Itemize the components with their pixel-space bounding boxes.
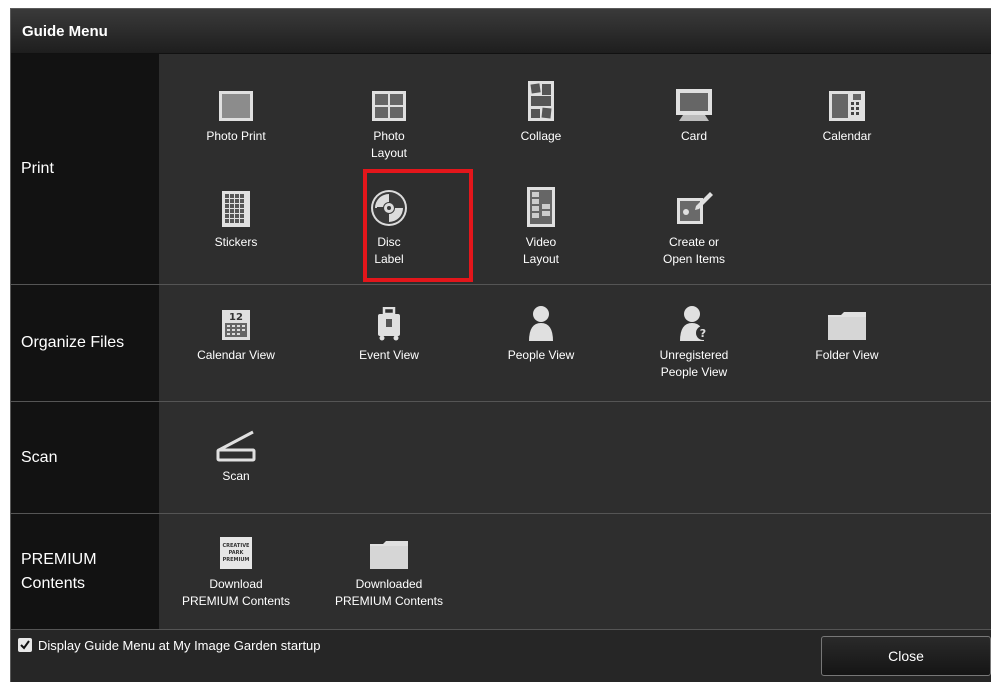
collage-button[interactable]: Collage	[476, 80, 606, 145]
people-view-button[interactable]: People View	[476, 299, 606, 364]
section-body-print: Photo Print Photo Layout Collage Card Ca…	[159, 54, 991, 284]
stickers-icon	[222, 191, 250, 227]
svg-text:PARK: PARK	[229, 550, 245, 556]
video-layout-button[interactable]: Video Layout	[476, 186, 606, 268]
video-layout-icon	[527, 187, 555, 227]
svg-text:CREATIVE: CREATIVE	[223, 543, 251, 549]
section-label-scan: Scan	[11, 402, 159, 513]
photo-layout-icon	[372, 91, 406, 121]
card-button[interactable]: Card	[629, 80, 759, 145]
section-label-organize-files: Organize Files	[11, 285, 159, 401]
footer-bar: Display Guide Menu at My Image Garden st…	[11, 630, 991, 682]
card-icon	[676, 89, 712, 121]
calendar-view-button[interactable]: 12 Calendar View	[171, 299, 301, 364]
scan-icon	[216, 430, 256, 462]
photo-print-button[interactable]: Photo Print	[171, 80, 301, 145]
guide-menu-window: Guide Menu Print Photo Print Photo Layou…	[10, 8, 991, 682]
create-open-items-button[interactable]: Create or Open Items	[629, 186, 759, 268]
section-scan: Scan Scan	[11, 402, 991, 514]
folder-view-icon	[828, 312, 866, 340]
startup-checkbox-label: Display Guide Menu at My Image Garden st…	[38, 637, 321, 653]
section-body-organize-files: 12 Calendar View Event View People View …	[159, 285, 991, 401]
collage-icon	[528, 81, 554, 121]
title-bar: Guide Menu	[11, 9, 991, 54]
download-premium-icon: CREATIVEPARKPREMIUM	[220, 537, 252, 569]
section-print: Print Photo Print Photo Layout Collage C…	[11, 54, 991, 285]
startup-checkbox[interactable]	[18, 638, 32, 652]
section-premium-contents: PREMIUM Contents CREATIVE PARK PREMIUM Dow…	[11, 514, 991, 630]
close-button[interactable]: Close	[821, 636, 991, 676]
calendar-view-icon: 12	[222, 310, 250, 340]
scan-button[interactable]: Scan	[171, 420, 301, 485]
section-label-print: Print	[11, 54, 159, 284]
startup-checkbox-row[interactable]: Display Guide Menu at My Image Garden st…	[11, 638, 321, 653]
downloaded-premium-icon	[370, 541, 408, 569]
checkmark-icon	[20, 640, 30, 650]
people-view-icon	[529, 306, 553, 341]
unregistered-people-view-icon: ?	[680, 306, 710, 341]
section-body-premium-contents: CREATIVE PARK PREMIUM Download PREMIUM Con…	[159, 514, 991, 629]
event-view-button[interactable]: Event View	[324, 299, 454, 364]
unregistered-people-view-button[interactable]: ? Unregistered People View	[629, 299, 759, 381]
calendar-view-icon-number: 12	[229, 312, 243, 323]
stickers-button[interactable]: Stickers	[171, 186, 301, 251]
event-view-icon	[378, 307, 400, 341]
downloaded-premium-contents-button[interactable]: Downloaded PREMIUM Contents	[324, 528, 454, 610]
svg-text:?: ?	[700, 327, 706, 340]
download-premium-contents-button[interactable]: CREATIVE PARK PREMIUM Download PREMIUM Con…	[171, 528, 301, 610]
calendar-icon	[829, 91, 865, 121]
section-label-premium-contents: PREMIUM Contents	[11, 514, 159, 629]
create-open-items-icon	[677, 192, 713, 224]
folder-view-button[interactable]: Folder View	[782, 299, 912, 364]
window-title: Guide Menu	[22, 22, 108, 40]
photo-layout-button[interactable]: Photo Layout	[324, 80, 454, 162]
section-organize-files: Organize Files 12 Calendar View Event Vi…	[11, 285, 991, 402]
photo-print-icon	[219, 91, 253, 121]
disc-label-button[interactable]: Disc Label	[324, 186, 454, 268]
section-body-scan: Scan	[159, 402, 991, 513]
svg-text:PREMIUM: PREMIUM	[223, 557, 250, 563]
disc-label-icon	[371, 190, 407, 226]
calendar-button[interactable]: Calendar	[782, 80, 912, 145]
